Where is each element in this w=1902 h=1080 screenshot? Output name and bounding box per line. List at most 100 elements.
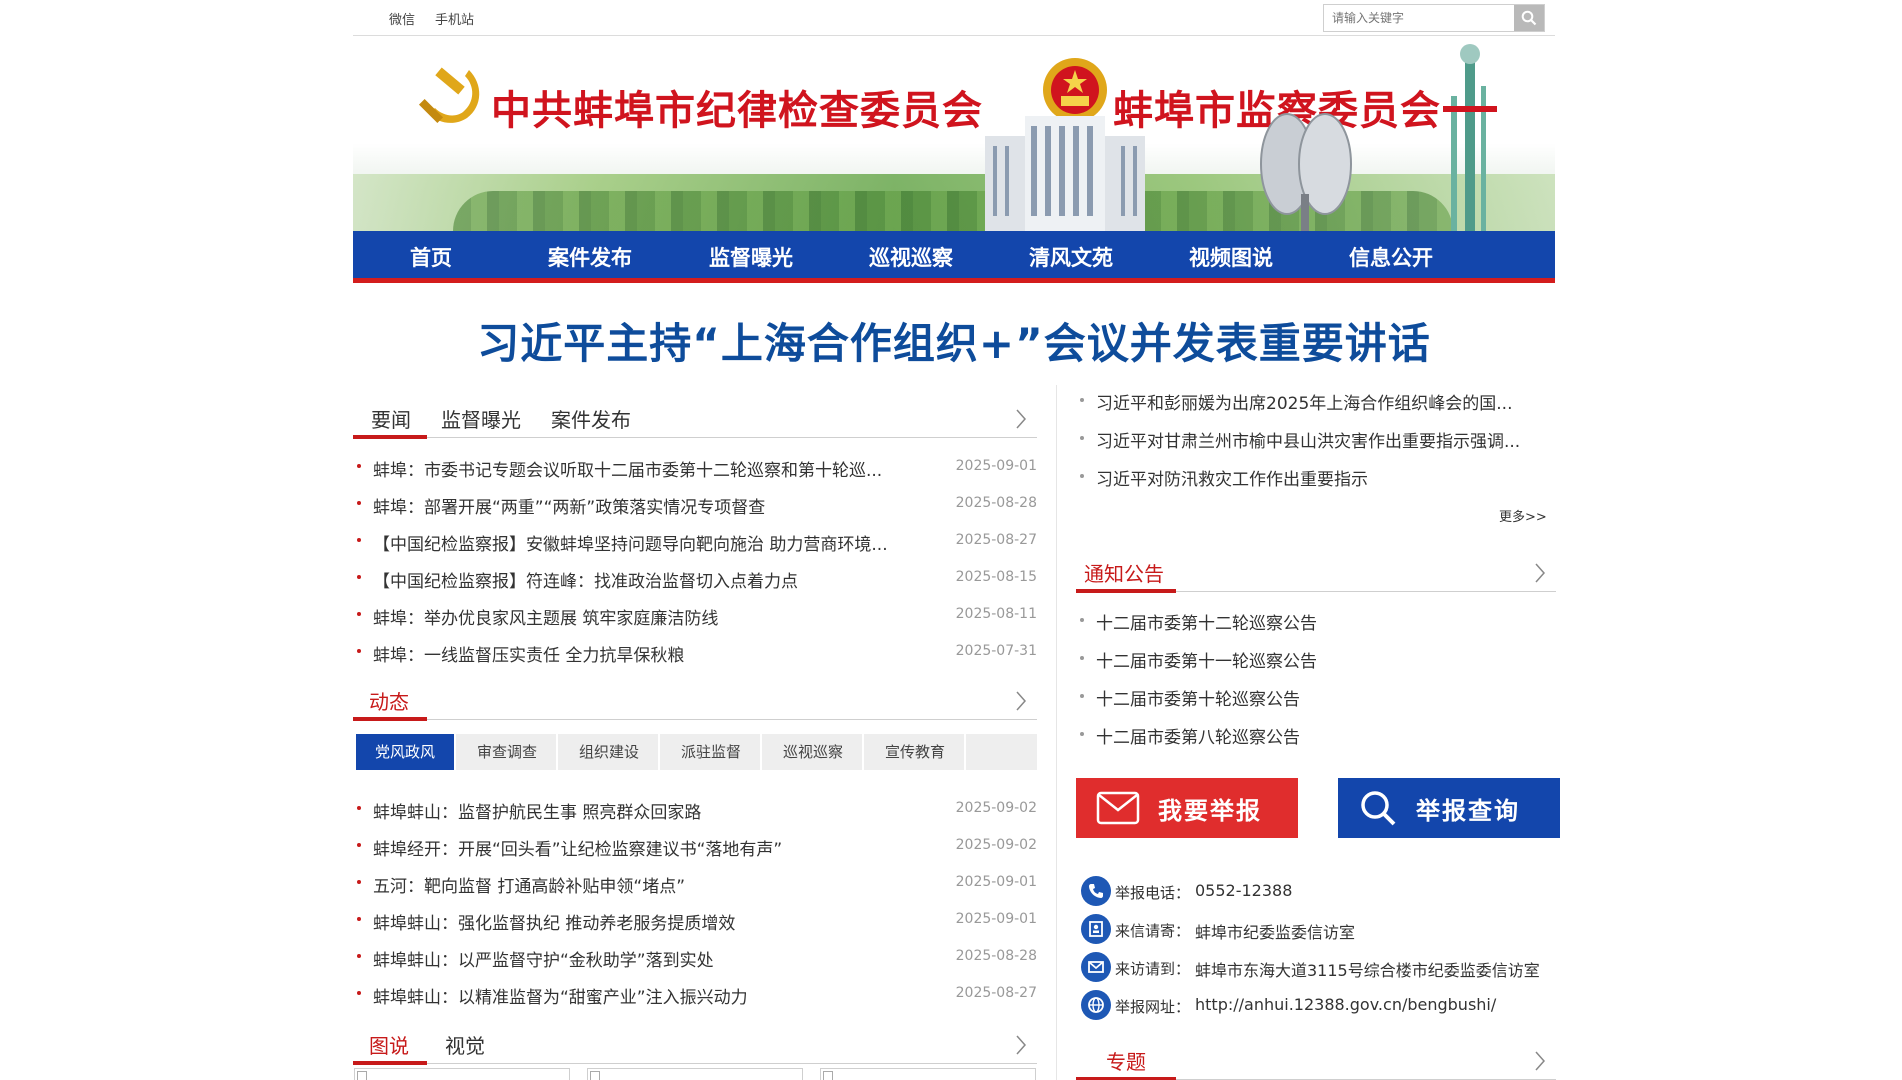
query-button[interactable]: 举报查询: [1338, 778, 1560, 838]
subtab-party-style[interactable]: 党风政风: [356, 734, 456, 770]
list-item-title[interactable]: 蚌埠经开：开展“回头看”让纪检监察建议书“落地有声”: [373, 835, 782, 860]
list-item[interactable]: 蚌埠：一线监督压实责任 全力抗旱保秋粮 2025-07-31: [353, 637, 1037, 667]
headline-link[interactable]: 习近平主持“上海合作组织+”会议并发表重要讲话: [353, 310, 1555, 371]
list-item[interactable]: 蚌埠蚌山：以精准监督为“甜蜜产业”注入振兴动力 2025-08-27: [353, 979, 1037, 1009]
chevron-right-icon[interactable]: [1534, 1050, 1546, 1072]
search-icon: [1521, 10, 1537, 26]
list-item[interactable]: 习近平对防汛救灾工作作出重要指示: [1076, 462, 1556, 492]
list-item[interactable]: 十二届市委第十一轮巡察公告: [1076, 644, 1556, 674]
list-item[interactable]: 【中国纪检监察报】符连峰：找准政治监督切入点着力点 2025-08-15: [353, 563, 1037, 593]
list-item-date: 2025-09-02: [955, 800, 1037, 816]
tab-visual[interactable]: 视觉: [445, 1030, 485, 1059]
list-item-title[interactable]: 【中国纪检监察报】安徽蚌埠坚持问题导向靶向施治 助力营商环境...: [373, 530, 888, 555]
subtab-education[interactable]: 宣传教育: [866, 734, 966, 770]
list-item-title[interactable]: 五河：靶向监督 打通高龄补贴申领“堵点”: [373, 872, 685, 897]
report-button[interactable]: 我要举报: [1076, 778, 1298, 838]
list-item[interactable]: 蚌埠经开：开展“回头看”让纪检监察建议书“落地有声” 2025-09-02: [353, 831, 1037, 861]
active-tab-underline: [353, 435, 427, 439]
list-item-title[interactable]: 十二届市委第十二轮巡察公告: [1096, 609, 1317, 634]
list-item[interactable]: 十二届市委第八轮巡察公告: [1076, 720, 1556, 750]
list-item-date: 2025-08-28: [955, 495, 1037, 511]
list-item-date: 2025-08-27: [955, 985, 1037, 1001]
nav-inspection[interactable]: 巡视巡察: [869, 242, 953, 272]
search-button[interactable]: [1514, 5, 1544, 31]
subtab-organization[interactable]: 组织建设: [560, 734, 660, 770]
nav-cases[interactable]: 案件发布: [548, 242, 632, 272]
bullet-dot: [357, 880, 361, 884]
bullet-dot: [357, 954, 361, 958]
list-item-date: 2025-08-27: [955, 532, 1037, 548]
list-item-title[interactable]: 蚌埠：市委书记专题会议听取十二届市委第十二轮巡察和第十轮巡...: [373, 456, 882, 481]
list-item-title[interactable]: 【中国纪检监察报】符连峰：找准政治监督切入点着力点: [373, 567, 798, 592]
list-item[interactable]: 蚌埠：部署开展“两重”“两新”政策落实情况专项督查 2025-08-28: [353, 489, 1037, 519]
picture-thumbnail[interactable]: [354, 1068, 570, 1080]
list-item[interactable]: 蚌埠蚌山：强化监督执纪 推动养老服务提质增效 2025-09-01: [353, 905, 1037, 935]
subtab-stationed-supervision[interactable]: 派驻监督: [662, 734, 762, 770]
list-item-title[interactable]: 蚌埠蚌山：监督护航民生事 照亮群众回家路: [373, 798, 701, 823]
list-item-title[interactable]: 蚌埠：举办优良家风主题展 筑牢家庭廉洁防线: [373, 604, 718, 629]
picture-thumbnail[interactable]: [820, 1068, 1036, 1080]
bullet-dot: [357, 612, 361, 616]
list-item-date: 2025-07-31: [955, 643, 1037, 659]
list-item[interactable]: 【中国纪检监察报】安徽蚌埠坚持问题导向靶向施治 助力营商环境... 2025-08…: [353, 526, 1037, 556]
search-input[interactable]: [1324, 5, 1514, 31]
web-link[interactable]: http://anhui.12388.gov.cn/bengbushi/: [1195, 995, 1496, 1014]
picture-thumbnail[interactable]: [587, 1068, 803, 1080]
dynamics-title[interactable]: 动态: [369, 686, 409, 715]
contact-phone: 举报电话： 0552-12388: [1081, 876, 1555, 906]
list-item-title[interactable]: 习近平对甘肃兰州市榆中县山洪灾害作出重要指示强调...: [1096, 427, 1520, 452]
tab-supervision[interactable]: 监督曝光: [441, 404, 521, 433]
list-item-title[interactable]: 习近平和彭丽媛为出席2025年上海合作组织峰会的国...: [1096, 389, 1512, 414]
phone-icon: [1081, 876, 1111, 906]
list-item[interactable]: 习近平对甘肃兰州市榆中县山洪灾害作出重要指示强调...: [1076, 424, 1556, 454]
chevron-right-icon[interactable]: [1015, 690, 1027, 712]
list-item-title[interactable]: 习近平对防汛救灾工作作出重要指示: [1096, 465, 1368, 490]
notice-title[interactable]: 通知公告: [1084, 558, 1164, 587]
nav-supervision[interactable]: 监督曝光: [709, 242, 793, 272]
list-item[interactable]: 五河：靶向监督 打通高龄补贴申领“堵点” 2025-09-01: [353, 868, 1037, 898]
picture-section-header: 图说 视觉: [353, 1024, 1037, 1065]
list-item-title[interactable]: 蚌埠蚌山：以精准监督为“甜蜜产业”注入振兴动力: [373, 983, 748, 1008]
chevron-right-icon[interactable]: [1015, 1034, 1027, 1056]
list-item-title[interactable]: 蚌埠蚌山：以严监督守护“金秋助学”落到实处: [373, 946, 714, 971]
chevron-right-icon[interactable]: [1015, 408, 1027, 430]
main-nav: 首页 案件发布 监督曝光 巡视巡察 清风文苑 视频图说 信息公开: [353, 231, 1555, 283]
chevron-right-icon[interactable]: [1534, 562, 1546, 584]
letter-value: 蚌埠市纪委监委信访室: [1195, 923, 1356, 942]
bullet-dot: [1080, 656, 1084, 660]
list-item-title[interactable]: 蚌埠：部署开展“两重”“两新”政策落实情况专项督查: [373, 493, 765, 518]
list-item-title[interactable]: 十二届市委第十一轮巡察公告: [1096, 647, 1317, 672]
list-item-title[interactable]: 蚌埠蚌山：强化监督执纪 推动养老服务提质增效: [373, 909, 735, 934]
visit-label: 来访请到：: [1115, 960, 1191, 978]
nav-home[interactable]: 首页: [410, 242, 452, 272]
thumbnail-placeholder: [357, 1071, 367, 1080]
list-item[interactable]: 十二届市委第十二轮巡察公告: [1076, 606, 1556, 636]
list-item-title[interactable]: 十二届市委第八轮巡察公告: [1096, 723, 1300, 748]
wechat-link[interactable]: 微信: [389, 9, 415, 28]
notice-section-header: 通知公告: [1076, 552, 1556, 593]
bullet-dot: [357, 538, 361, 542]
list-item-title[interactable]: 十二届市委第十轮巡察公告: [1096, 685, 1300, 710]
tab-cases[interactable]: 案件发布: [551, 404, 631, 433]
more-link[interactable]: 更多>>: [1499, 506, 1547, 525]
list-item[interactable]: 蚌埠蚌山：监督护航民生事 照亮群众回家路 2025-09-02: [353, 794, 1037, 824]
nav-disclosure[interactable]: 信息公开: [1349, 242, 1433, 272]
list-item[interactable]: 蚌埠：市委书记专题会议听取十二届市委第十二轮巡察和第十轮巡... 2025-09-…: [353, 452, 1037, 482]
list-item-date: 2025-09-01: [955, 874, 1037, 890]
tab-picture[interactable]: 图说: [369, 1030, 409, 1059]
tab-top-news[interactable]: 要闻: [371, 404, 411, 433]
subtab-investigation[interactable]: 审查调查: [458, 734, 558, 770]
nav-video[interactable]: 视频图说: [1189, 242, 1273, 272]
list-item[interactable]: 十二届市委第十轮巡察公告: [1076, 682, 1556, 712]
letter-icon: [1081, 914, 1111, 944]
mobile-site-link[interactable]: 手机站: [435, 9, 474, 28]
list-item[interactable]: 蚌埠：举办优良家风主题展 筑牢家庭廉洁防线 2025-08-11: [353, 600, 1037, 630]
list-item-title[interactable]: 蚌埠：一线监督压实责任 全力抗旱保秋粮: [373, 641, 684, 666]
list-item[interactable]: 蚌埠蚌山：以严监督守护“金秋助学”落到实处 2025-08-28: [353, 942, 1037, 972]
phone-value: 0552-12388: [1195, 881, 1293, 900]
subtab-inspection[interactable]: 巡视巡察: [764, 734, 864, 770]
contact-letter: 来信请寄： 蚌埠市纪委监委信访室: [1081, 914, 1555, 944]
nav-culture[interactable]: 清风文苑: [1029, 242, 1113, 272]
special-title[interactable]: 专题: [1106, 1046, 1146, 1075]
list-item[interactable]: 习近平和彭丽媛为出席2025年上海合作组织峰会的国...: [1076, 386, 1556, 416]
